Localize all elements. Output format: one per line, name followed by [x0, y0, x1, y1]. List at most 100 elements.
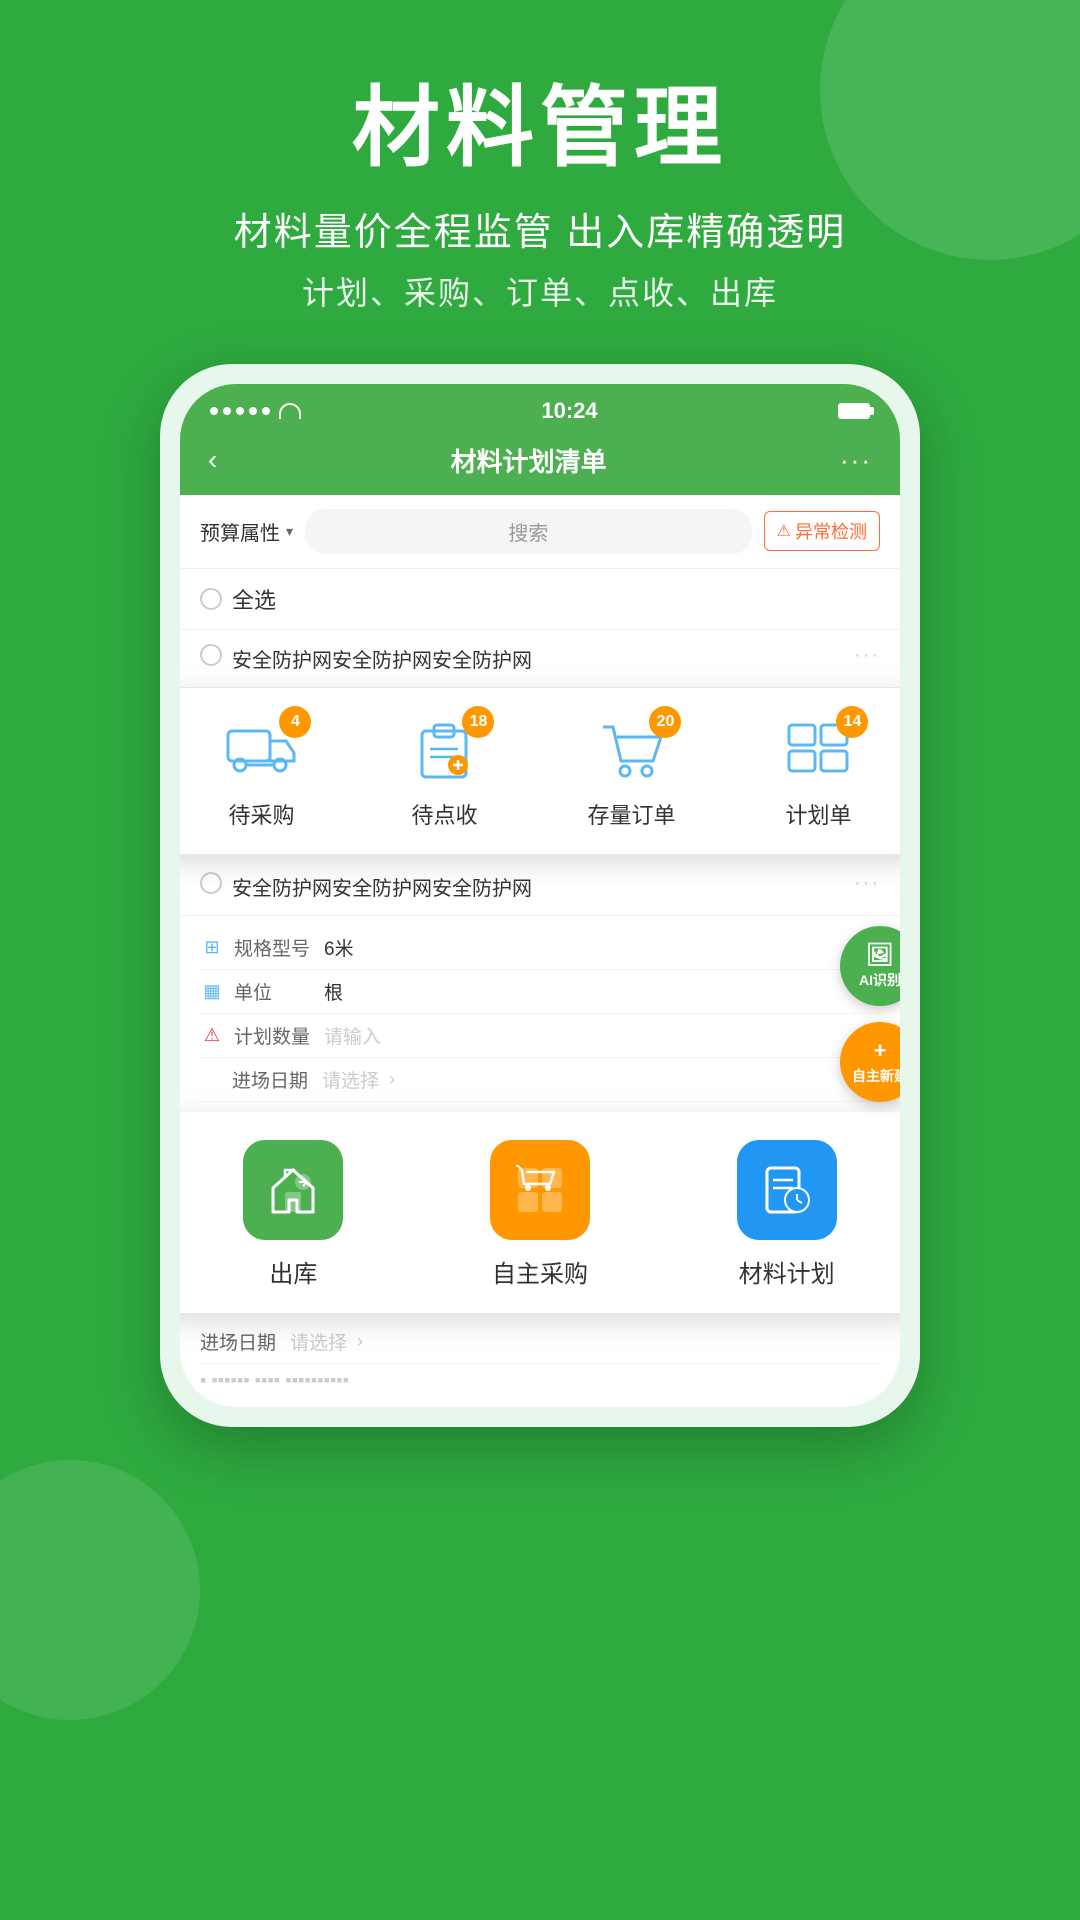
status-bar: 10:24: [180, 384, 900, 432]
house-icon: [265, 1162, 321, 1218]
warning-icon: ⚠: [777, 521, 791, 541]
bg-circle-bottom: [0, 1460, 200, 1720]
battery-icon: [838, 403, 870, 419]
plan-label: 材料计划: [739, 1254, 835, 1289]
action-pending-purchase[interactable]: 4 待采购: [221, 716, 301, 830]
header: 材料管理 材料量价全程监管 出入库精确透明 计划、采购、订单、点收、出库: [0, 0, 1080, 314]
plan-icon-box: [737, 1140, 837, 1240]
new-fab-button[interactable]: + 自主新建: [840, 1022, 900, 1102]
quick-actions-card: 4 待采购 18: [180, 688, 900, 854]
nav-title: 材料计划清单: [451, 442, 607, 479]
pending-check-badge: 18: [462, 706, 494, 738]
action-plan-list-label: 计划单: [785, 798, 851, 830]
battery: [838, 403, 870, 419]
peek-text-2: ▪ ▪▪▪▪▪▪ ▪▪▪▪ ▪▪▪▪▪▪▪▪▪▪: [200, 1364, 880, 1397]
count-input[interactable]: 请输入: [324, 1022, 381, 1049]
item1-main: 安全防护网安全防护网安全防护网: [232, 644, 844, 673]
item1-title: 安全防护网安全防护网安全防护网: [232, 644, 844, 673]
doc-clock-icon: [759, 1162, 815, 1218]
phone-mockup: 10:24 ‹ 材料计划清单 ··· 预算属性 ▾ 搜索 ⚠: [160, 364, 920, 1427]
detail-item: ⊞ 规格型号 6米 ▦ 单位 根 ⚠ 计划数量 请输入: [180, 916, 900, 1112]
list-item-2[interactable]: 安全防护网安全防护网安全防护网 ···: [180, 858, 900, 916]
count-label: 计划数量: [234, 1022, 314, 1049]
cart-icon-container: 20: [591, 716, 671, 786]
plan-list-badge: 14: [836, 706, 868, 738]
unit-icon: ▦: [200, 981, 224, 1002]
grid-icon-container: 14: [778, 716, 858, 786]
search-bar: 预算属性 ▾ 搜索 ⚠ 异常检测: [180, 495, 900, 569]
clipboard-icon-container: 18: [404, 716, 484, 786]
search-input[interactable]: 搜索: [305, 509, 752, 554]
more-button[interactable]: ···: [840, 445, 872, 476]
bottom-apps-card: 出库: [180, 1112, 900, 1313]
filter-label: 预算属性: [200, 517, 280, 546]
phone-inner: 10:24 ‹ 材料计划清单 ··· 预算属性 ▾ 搜索 ⚠: [180, 384, 900, 1407]
spec-icon: ⊞: [200, 937, 224, 958]
inventory-order-badge: 20: [649, 706, 681, 738]
item2-main: 安全防护网安全防护网安全防护网: [232, 872, 844, 901]
nav-bar: ‹ 材料计划清单 ···: [180, 432, 900, 495]
select-all-row[interactable]: 全选: [180, 569, 900, 630]
date-label: 进场日期: [232, 1066, 312, 1093]
unit-label: 单位: [234, 978, 314, 1005]
signal-dot-2: [223, 407, 231, 415]
detail-row-unit: ▦ 单位 根: [200, 970, 880, 1014]
purchase-icon-box: [490, 1140, 590, 1240]
action-pending-check[interactable]: 18 待点收: [404, 716, 484, 830]
action-inventory-order-label: 存量订单: [587, 798, 675, 830]
count-icon: ⚠: [200, 1025, 224, 1046]
spec-value: 6米: [324, 934, 880, 961]
signal-dot-3: [236, 407, 244, 415]
spec-label: 规格型号: [234, 934, 314, 961]
peek-detail-row: 进场日期 请选择 ›: [200, 1320, 880, 1364]
app-plan[interactable]: 材料计划: [737, 1140, 837, 1289]
ai-fab-label: AI识别: [859, 970, 900, 990]
action-pending-purchase-label: 待采购: [228, 798, 294, 830]
outbound-icon-box: [243, 1140, 343, 1240]
item2-title: 安全防护网安全防护网安全防护网: [232, 872, 844, 901]
action-pending-check-label: 待点收: [411, 798, 477, 830]
peek-arrow-icon: ›: [357, 1331, 363, 1352]
ai-fab-button[interactable]: 🖼 AI识别: [840, 926, 900, 1006]
detail-row-date[interactable]: 进场日期 请选择 ›: [200, 1058, 880, 1102]
signal-dot-5: [262, 407, 270, 415]
list-section-2: 安全防护网安全防护网安全防护网 ··· ⊞ 规格型号 6米 ▦ 单位 根: [180, 858, 900, 1112]
chevron-down-icon: ▾: [286, 523, 293, 540]
list-item-1[interactable]: 安全防护网安全防护网安全防护网 ···: [180, 630, 900, 688]
outbound-label: 出库: [269, 1254, 317, 1289]
back-button[interactable]: ‹: [208, 444, 217, 476]
plus-icon: +: [874, 1038, 887, 1064]
new-fab-label: 自主新建: [852, 1066, 900, 1086]
list-section: 全选 安全防护网安全防护网安全防护网 ···: [180, 569, 900, 688]
app-outbound[interactable]: 出库: [243, 1140, 343, 1289]
signal-dots: [210, 403, 301, 419]
filter-button[interactable]: 预算属性 ▾: [200, 517, 293, 546]
purchase-label: 自主采购: [492, 1254, 588, 1289]
select-all-radio[interactable]: [200, 588, 222, 610]
page-title: 材料管理: [0, 80, 1080, 177]
select-all-label: 全选: [232, 583, 276, 615]
anomaly-button[interactable]: ⚠ 异常检测: [764, 511, 880, 551]
action-plan-list[interactable]: 14 计划单: [778, 716, 858, 830]
cart-box-icon: [512, 1162, 568, 1218]
header-subtitle: 材料量价全程监管 出入库精确透明: [0, 201, 1080, 256]
truck-icon-container: 4: [221, 716, 301, 786]
item1-more-icon[interactable]: ···: [854, 644, 880, 667]
clock: 10:24: [541, 398, 597, 424]
anomaly-label: 异常检测: [795, 518, 867, 544]
fab-container: 🖼 AI识别 + 自主新建: [840, 926, 900, 1102]
item2-more-icon[interactable]: ···: [854, 872, 880, 895]
app-purchase[interactable]: 自主采购: [490, 1140, 590, 1289]
phone-frame: 10:24 ‹ 材料计划清单 ··· 预算属性 ▾ 搜索 ⚠: [160, 364, 920, 1427]
pending-purchase-badge: 4: [279, 706, 311, 738]
detail-row-count[interactable]: ⚠ 计划数量 请输入: [200, 1014, 880, 1058]
peek-date-label: 进场日期: [200, 1328, 280, 1355]
unit-value: 根: [324, 978, 880, 1005]
item1-radio[interactable]: [200, 644, 222, 666]
date-input[interactable]: 请选择: [322, 1066, 379, 1093]
peek-date-hint: 请选择: [290, 1328, 347, 1355]
ai-icon: 🖼: [866, 942, 894, 968]
action-inventory-order[interactable]: 20 存量订单: [587, 716, 675, 830]
item2-radio[interactable]: [200, 872, 222, 894]
signal-dot-4: [249, 407, 257, 415]
